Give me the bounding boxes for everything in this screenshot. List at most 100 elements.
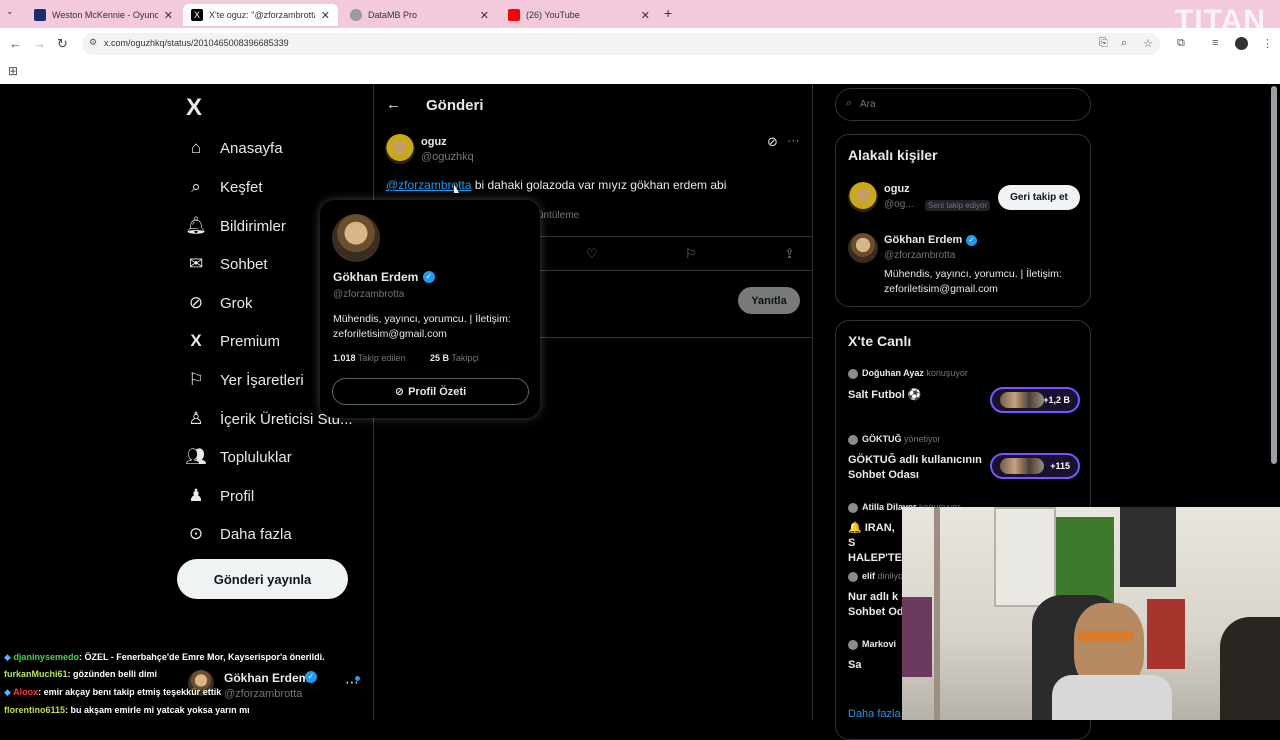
space-listeners-pill[interactable]: +1,2 B	[990, 387, 1080, 413]
tab-title: Weston McKennie - Oyuncu pro	[52, 10, 158, 20]
forward-icon[interactable]: →	[33, 36, 46, 51]
person-handle[interactable]: @og...	[884, 199, 914, 210]
post-body: bi dahaki golazoda var mıyız gökhan erde…	[471, 178, 727, 192]
tab-datamb[interactable]: DataMB Pro ✕	[342, 4, 497, 26]
post-author-handle[interactable]: @oguzhkq	[421, 151, 474, 163]
chat-message: ◆ djaninysemedo: ÖZEL - Fenerbahçe'de Em…	[4, 652, 325, 663]
host-avatar	[848, 368, 858, 379]
x-logo-icon[interactable]: X	[186, 94, 202, 122]
hovercard-followers[interactable]: 25 B Takipçi	[430, 353, 479, 363]
person-bio: Mühendis, yayıncı, yorumcu. | İletişim: …	[884, 268, 1062, 295]
tab-title: DataMB Pro	[368, 10, 418, 20]
close-icon[interactable]: ✕	[164, 9, 173, 22]
media-icon[interactable]: ≡	[1212, 37, 1218, 49]
space-title[interactable]: 🔔 IRAN, S HALEP'TE	[848, 521, 904, 566]
tab-weston[interactable]: Weston McKennie - Oyuncu pro ✕	[26, 4, 181, 26]
verified-icon: ✓	[423, 271, 435, 283]
post-more-icon[interactable]: ⋯	[787, 133, 800, 149]
sidebar-item-bookmarks[interactable]: ⚐ Yer İşaretleri	[185, 366, 303, 394]
address-bar[interactable]: ⚙ x.com/oguzhkq/status/20104650083966853…	[82, 33, 1160, 55]
close-icon[interactable]: ✕	[480, 9, 489, 22]
space-title[interactable]: Salt Futbol ⚽	[848, 388, 922, 401]
bookmark-icon[interactable]: ⚐	[685, 246, 697, 262]
host-name: elif	[862, 571, 876, 581]
host-name: Doğuhan Ayaz	[862, 368, 924, 378]
post-button[interactable]: Gönderi yayınla	[177, 559, 348, 599]
tab-x-post[interactable]: X X'te oguz: "@zforzambrotta bi d ✕	[183, 4, 338, 26]
hovercard-handle[interactable]: @zforzambrotta	[333, 289, 404, 300]
scrollbar-thumb[interactable]	[1271, 86, 1277, 464]
sidebar-item-messages[interactable]: ✉ Sohbet	[185, 250, 268, 278]
show-more-link[interactable]: Daha fazla	[848, 708, 901, 720]
sidebar-item-label: Bildirimler	[220, 217, 286, 235]
sidebar-item-label: Sohbet	[220, 255, 268, 273]
hovercard-avatar[interactable]	[332, 214, 380, 262]
back-icon[interactable]: ←	[9, 36, 22, 51]
follow-back-button[interactable]: Geri takip et	[998, 185, 1080, 210]
following-label: Takip edilen	[357, 353, 406, 363]
sidebar-item-profile[interactable]: ♟ Profil	[185, 482, 254, 510]
tab-youtube[interactable]: (26) YouTube ✕	[500, 4, 658, 26]
tactics-board	[1120, 507, 1176, 587]
chat-user: djaninysemedo	[13, 652, 79, 662]
hovercard-following[interactable]: 1.018 Takip edilen	[333, 353, 405, 363]
share-icon[interactable]: ⇪	[784, 246, 795, 262]
space-title[interactable]: Sa	[848, 659, 861, 671]
host-status: yönetiyor	[904, 434, 941, 444]
apps-icon[interactable]: ⊞	[8, 64, 18, 78]
grok-icon: ⊘	[188, 293, 204, 312]
door-frame	[934, 507, 940, 720]
followers-label: Takipçi	[451, 353, 479, 363]
sidebar-item-more[interactable]: ⊙ Daha fazla	[185, 520, 292, 548]
host-status: konuşuyor	[926, 368, 968, 378]
profile-avatar[interactable]	[1235, 37, 1248, 50]
person-avatar[interactable]	[848, 233, 878, 263]
host-avatar	[848, 502, 858, 513]
menu-icon[interactable]: ⋮	[1262, 37, 1273, 50]
chat-user: Aloox	[13, 687, 39, 697]
sidebar-item-explore[interactable]: ⌕ Keşfet	[185, 173, 262, 201]
youtube-icon	[508, 9, 520, 21]
person-handle[interactable]: @zforzambrotta	[884, 250, 955, 261]
jersey-right	[1147, 599, 1185, 669]
grok-explain-icon[interactable]: ⊘	[767, 134, 778, 150]
space-title[interactable]: Nur adlı k Sohbet Od	[848, 590, 904, 620]
close-icon[interactable]: ✕	[641, 9, 650, 22]
person-name[interactable]: oguz	[884, 183, 910, 195]
sidebar-item-grok[interactable]: ⊘ Grok	[185, 289, 253, 317]
space-listeners-pill[interactable]: +115	[990, 453, 1080, 479]
person-avatar[interactable]	[848, 182, 878, 212]
star-icon[interactable]: ☆	[1143, 37, 1153, 50]
sidebar-item-home[interactable]: ⌂ Anasayfa	[185, 134, 283, 162]
space-title[interactable]: GÖKTUĞ adlı kullanıcının Sohbet Odası	[848, 453, 993, 483]
zoom-icon[interactable]: ⌕	[1121, 37, 1127, 50]
close-icon[interactable]: ✕	[321, 9, 330, 22]
bookmark-icon: ⚐	[188, 370, 204, 389]
sidebar-item-communities[interactable]: 👥︎ Topluluklar	[185, 443, 292, 471]
post-author-name[interactable]: oguz	[421, 136, 447, 148]
hovercard-name[interactable]: Gökhan Erdem	[333, 270, 418, 284]
host-avatar	[848, 639, 858, 650]
sidebar-item-notifications[interactable]: 🔔︎ Bildirimler	[185, 212, 286, 240]
sidebar-item-label: Topluluklar	[220, 448, 292, 466]
home-icon: ⌂	[190, 138, 202, 157]
tab-search-button[interactable]: ⌄	[6, 6, 20, 20]
chat-user: furkanMuchi61	[4, 669, 68, 679]
profile-summary-button[interactable]: ⊘ Profil Özeti	[332, 378, 529, 405]
sidebar-item-premium[interactable]: X Premium	[185, 327, 280, 355]
back-arrow-icon[interactable]: ←	[386, 96, 401, 113]
post-author-avatar[interactable]	[385, 134, 415, 164]
reply-button[interactable]: Yanıtla	[738, 287, 800, 314]
search-box[interactable]: ⌕ Ara	[835, 88, 1091, 121]
like-icon[interactable]: ♡	[586, 246, 598, 262]
site-info-icon[interactable]: ⚙	[89, 37, 97, 48]
search-icon: ⌕	[191, 177, 201, 196]
install-icon[interactable]: ⎘	[1099, 37, 1108, 50]
sidebar-item-label: Profil	[220, 487, 255, 505]
reload-icon[interactable]: ↻	[57, 36, 68, 52]
extensions-icon[interactable]: ⧉	[1177, 37, 1185, 50]
panel-title: Alakalı kişiler	[848, 147, 938, 163]
url-text: x.com/oguzhkq/status/2010465008396685339	[104, 38, 289, 48]
new-tab-button[interactable]: +	[664, 5, 672, 21]
person-name[interactable]: Gökhan Erdem	[884, 234, 962, 246]
